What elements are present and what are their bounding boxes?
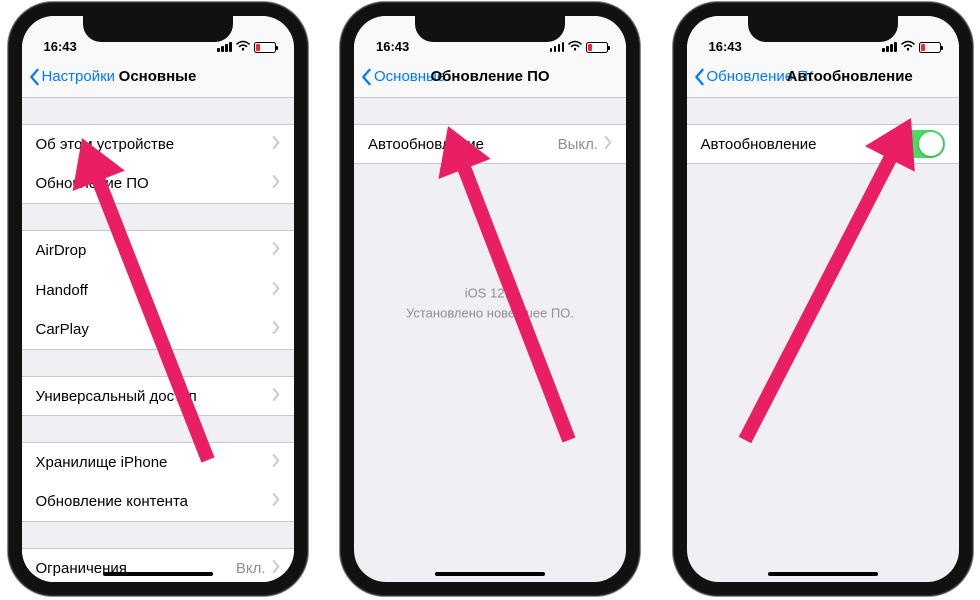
cell-label: Обновление ПО [36, 175, 272, 192]
home-indicator[interactable] [768, 572, 878, 576]
cell-label: Автообновление [701, 136, 899, 153]
settings-cell[interactable]: Handoff [22, 270, 294, 310]
settings-cell[interactable]: ОграниченияВкл. [22, 548, 294, 582]
settings-cell[interactable]: АвтообновлениеВыкл. [354, 124, 626, 164]
phone-screen: 16:43НастройкиОсновныеОб этом устройстве… [22, 16, 294, 582]
status-right [550, 40, 609, 54]
cell-label: Обновление контента [36, 493, 272, 510]
group-spacer [22, 98, 294, 124]
cell-label: Хранилище iPhone [36, 454, 272, 471]
group-spacer [354, 98, 626, 124]
phone-screen: 16:43ОсновныеОбновление ПОАвтообновление… [354, 16, 626, 582]
content-list[interactable]: АвтообновлениеВыкл.iOS 12.0Установлено н… [354, 98, 626, 164]
status-right [217, 40, 276, 54]
nav-title: Основные [119, 68, 197, 85]
cell-label: Универсальный доступ [36, 388, 272, 405]
group-spacer [22, 416, 294, 442]
phone-wrap: 16:43Обновление ПОАвтообновлениеАвтообно… [665, 0, 980, 600]
notch [83, 16, 233, 42]
battery-icon [254, 42, 276, 53]
cell-label: Handoff [36, 282, 272, 299]
home-indicator[interactable] [435, 572, 545, 576]
group-spacer [22, 350, 294, 376]
chevron-right-icon [272, 321, 280, 338]
battery-icon [586, 42, 608, 53]
chevron-right-icon [272, 282, 280, 299]
content-list[interactable]: Об этом устройстве Обновление ПО AirDrop Ha… [22, 98, 294, 582]
phone-screen: 16:43Обновление ПОАвтообновлениеАвтообно… [687, 16, 959, 582]
settings-cell[interactable]: Автообновление [687, 124, 959, 164]
chevron-right-icon [272, 493, 280, 510]
notch [415, 16, 565, 42]
cell-value: Вкл. [236, 560, 266, 577]
phone-frame: 16:43ОсновныеОбновление ПОАвтообновление… [340, 2, 640, 596]
phone-wrap: 16:43НастройкиОсновныеОб этом устройстве… [0, 0, 315, 600]
cell-label: CarPlay [36, 321, 272, 338]
settings-cell[interactable]: Об этом устройстве [22, 124, 294, 164]
group-spacer [22, 204, 294, 230]
nav-bar: ОсновныеОбновление ПО [354, 56, 626, 98]
settings-cell[interactable]: Хранилище iPhone [22, 442, 294, 482]
toggle-switch[interactable] [899, 130, 945, 158]
battery-icon [919, 42, 941, 53]
phone-frame: 16:43Обновление ПОАвтообновлениеАвтообно… [673, 2, 973, 596]
chevron-right-icon [604, 136, 612, 153]
signal-icon [550, 42, 565, 52]
signal-icon [217, 42, 232, 52]
status-time: 16:43 [44, 39, 77, 54]
nav-title: Обновление ПО [430, 68, 549, 85]
cell-label: AirDrop [36, 242, 272, 259]
phone-frame: 16:43НастройкиОсновныеОб этом устройстве… [8, 2, 308, 596]
signal-icon [882, 42, 897, 52]
back-button[interactable]: Настройки [28, 68, 116, 86]
group-spacer [22, 522, 294, 548]
nav-bar: Обновление ПОАвтообновление [687, 56, 959, 98]
wifi-icon [901, 40, 915, 54]
settings-cell[interactable]: Обновление контента [22, 482, 294, 522]
status-time: 16:43 [709, 39, 742, 54]
chevron-right-icon [272, 242, 280, 259]
settings-cell[interactable]: Универсальный доступ [22, 376, 294, 416]
settings-cell[interactable]: CarPlay [22, 310, 294, 350]
nav-bar: НастройкиОсновные [22, 56, 294, 98]
wifi-icon [236, 40, 250, 54]
chevron-right-icon [272, 136, 280, 153]
wifi-icon [568, 40, 582, 54]
chevron-right-icon [272, 454, 280, 471]
cell-value: Выкл. [558, 136, 598, 153]
chevron-right-icon [272, 388, 280, 405]
home-indicator[interactable] [103, 572, 213, 576]
cell-label: Об этом устройстве [36, 136, 272, 153]
chevron-right-icon [272, 560, 280, 577]
chevron-right-icon [272, 175, 280, 192]
status-right [882, 40, 941, 54]
group-spacer [687, 98, 959, 124]
notch [748, 16, 898, 42]
status-time: 16:43 [376, 39, 409, 54]
cell-label: Автообновление [368, 136, 558, 153]
settings-cell[interactable]: Обновление ПО [22, 164, 294, 204]
phone-wrap: 16:43ОсновныеОбновление ПОАвтообновление… [333, 0, 648, 600]
content-list[interactable]: Автообновление [687, 98, 959, 164]
back-label: Настройки [42, 68, 116, 85]
settings-cell[interactable]: AirDrop [22, 230, 294, 270]
update-info: iOS 12.0Установлено новейшее ПО. [354, 283, 626, 322]
nav-title: Автообновление [787, 68, 913, 85]
